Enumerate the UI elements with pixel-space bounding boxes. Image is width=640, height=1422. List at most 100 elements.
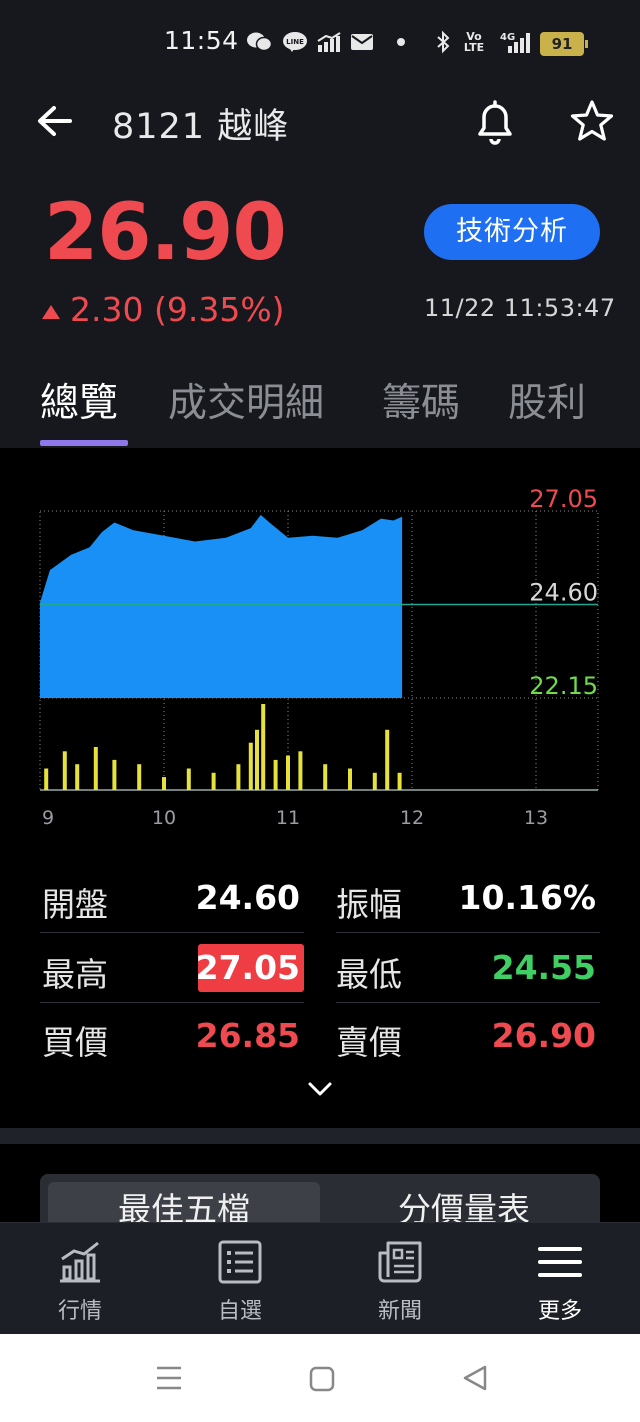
arrow-left-icon [38,106,72,136]
low-label: 最低 [336,955,402,994]
tab-chips[interactable]: 籌碼 [382,372,460,428]
stock-app-icon [316,30,342,54]
x-tick-label: 9 [42,807,54,829]
volume-bar [273,759,278,790]
volume-bar [255,729,259,790]
wechat-icon [246,30,272,54]
bid-label: 買價 [42,1023,108,1062]
divider [40,932,304,933]
quote-timestamp: 11/22 11:53:47 [424,294,616,322]
price-high-label: 27.05 [529,485,598,513]
alert-button[interactable] [470,96,520,148]
recent-apps-icon[interactable] [154,1364,184,1392]
volte-icon: Vo LTE [462,30,486,54]
volume-bar [93,747,98,790]
low-value: 24.55 [491,948,596,987]
volume-bar [385,729,390,790]
bottom-nav: 行情 自選 新聞 更多 [0,1222,640,1335]
nav-market[interactable]: 行情 [0,1223,160,1335]
favorite-button[interactable] [566,96,618,148]
chart-bars-icon [60,1241,100,1283]
volume-bar [348,768,352,790]
volume-bar [211,772,216,790]
x-tick-label: 11 [276,807,300,829]
status-time: 11:54 [164,26,239,55]
x-tick-label: 10 [152,807,176,829]
amplitude-value: 10.16% [458,878,596,917]
notification-dot-icon [396,30,406,54]
section-divider [0,1128,640,1144]
volume-bar [44,768,49,790]
nav-news[interactable]: 新聞 [320,1223,480,1335]
volume-bar [236,764,241,790]
ask-value: 26.90 [491,1016,596,1055]
news-icon [378,1241,422,1283]
volume-bar [323,764,328,790]
bid-value: 26.85 [195,1016,300,1055]
tab-overflow[interactable] [628,372,640,417]
back-nav-icon[interactable] [460,1364,490,1392]
list-icon [218,1240,262,1284]
nav-watchlist[interactable]: 自選 [160,1223,320,1335]
volume-bar [62,751,67,790]
price-change: 2.30 (9.35%) [42,290,285,329]
volume-bar [298,751,303,790]
price-ref-label: 24.60 [529,579,598,607]
x-tick-label: 13 [524,807,548,829]
volume-bar [137,764,142,790]
tab-active-indicator [40,440,128,446]
volume-bar [112,759,117,790]
tab-dividend[interactable]: 股利 [508,372,586,428]
volume-bar [397,772,402,790]
mail-icon [350,30,374,54]
nav-market-label: 行情 [57,1299,102,1324]
high-value: 27.05 [195,948,300,987]
stock-title: 8121 越峰 [112,107,290,147]
back-button[interactable] [30,98,80,144]
volume-bar [372,772,377,790]
amplitude-label: 振幅 [336,885,402,924]
divider [336,932,600,933]
volume-bar [248,742,253,790]
nav-watchlist-label: 自選 [217,1299,262,1324]
up-triangle-icon [42,304,60,319]
status-bar: 11:54 LINE Vo LTE 4G 91 [0,0,640,86]
technical-analysis-button[interactable]: 技術分析 [424,204,600,260]
tab-trade-details[interactable]: 成交明細 [168,372,324,428]
price-area [40,514,403,698]
volume-bar [186,768,191,790]
x-axis-ticks: 9 10 11 12 13 [42,807,548,829]
divider [40,1002,304,1003]
last-price: 26.90 [44,188,287,278]
network-type: 4G [500,32,515,43]
high-label: 最高 [42,955,108,994]
volume-bar [162,777,166,790]
volume-bar [261,704,266,790]
expand-button[interactable] [300,1072,340,1108]
star-icon [570,100,614,141]
open-label: 開盤 [42,885,108,924]
volte-label: Vo LTE [463,30,485,54]
tab-bar: 總覽 成交明細 籌碼 股利 [0,360,640,449]
volume-bar [75,764,80,790]
price-change-value: 2.30 (9.35%) [70,290,285,329]
nav-news-label: 新聞 [377,1299,422,1324]
price-low-label: 22.15 [529,672,598,700]
svg-text:LINE: LINE [286,38,304,46]
ask-label: 賣價 [336,1023,402,1062]
signal-icon: 4G [490,30,534,54]
nav-more-label: 更多 [537,1299,582,1324]
x-tick-label: 12 [400,807,424,829]
bluetooth-icon [434,30,452,54]
nav-more[interactable]: 更多 [480,1223,640,1335]
menu-icon [538,1247,582,1277]
system-nav-bar [0,1334,640,1422]
chevron-down-icon [308,1082,332,1096]
volume-bars [44,704,402,790]
bell-icon [478,100,512,145]
home-icon[interactable] [308,1366,336,1392]
line-app-icon: LINE [282,30,308,54]
tab-overview[interactable]: 總覽 [40,372,118,428]
open-value: 24.60 [195,878,300,917]
volume-bar [286,755,290,790]
